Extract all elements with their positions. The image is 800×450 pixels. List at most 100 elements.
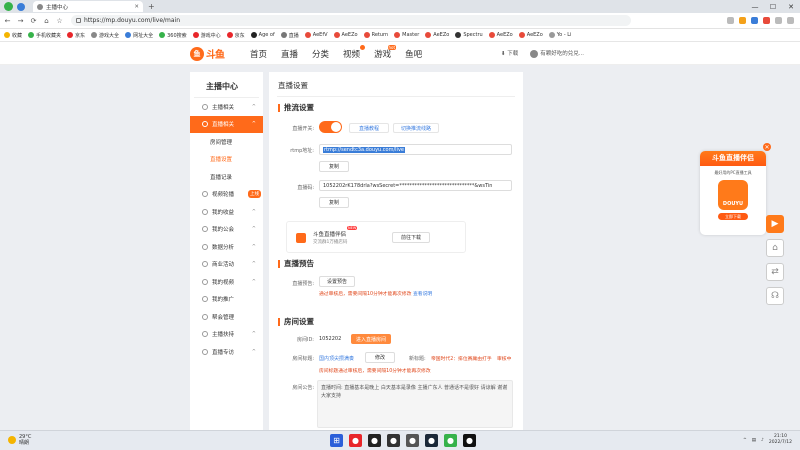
bookmark-item[interactable]: Spectru bbox=[455, 32, 483, 38]
clock[interactable]: 21:10 2022/7/12 bbox=[769, 434, 792, 446]
windows-start-icon[interactable]: ⊞ bbox=[330, 434, 343, 447]
extension-icon[interactable] bbox=[763, 17, 770, 24]
bookmark-item[interactable]: 收藏 bbox=[4, 32, 22, 39]
url-input[interactable]: https://mp.douyu.com/live/main bbox=[71, 15, 631, 26]
copy-code-button[interactable]: 复制 bbox=[319, 197, 349, 208]
obs-ad-card[interactable]: 斗鱼直播伴侣 最好用的PC直播工具 DOUYU 立即下载 bbox=[700, 151, 766, 235]
menu-item-icon bbox=[202, 331, 208, 338]
switch-line-button[interactable]: 切换推流线路 bbox=[393, 123, 439, 133]
sidebar-item[interactable]: 直播专访 ^ bbox=[190, 343, 263, 361]
app-icon[interactable]: ● bbox=[406, 434, 419, 447]
bookmark-item[interactable]: Master bbox=[394, 32, 419, 38]
download-icon[interactable] bbox=[775, 17, 782, 24]
tab-close-icon[interactable]: ✕ bbox=[134, 4, 139, 10]
switch-float-icon[interactable]: ⇄ bbox=[766, 263, 784, 281]
nav-video[interactable]: 视频 bbox=[343, 45, 366, 60]
extension-icon[interactable] bbox=[17, 2, 25, 11]
sidebar-item[interactable]: 商业活动 ^ bbox=[190, 256, 263, 274]
douyu-logo[interactable]: 鱼 斗鱼 bbox=[190, 45, 225, 62]
copy-rtmp-button[interactable]: 复制 bbox=[319, 161, 349, 172]
extension-icon[interactable] bbox=[727, 17, 734, 24]
sidebar-subitem[interactable]: 房间管理 bbox=[190, 133, 263, 151]
code-input[interactable]: 1052202rK178drla?wsSecret=**************… bbox=[319, 180, 512, 191]
back-icon[interactable]: ← bbox=[2, 17, 13, 25]
bookmark-item[interactable]: AeEZo bbox=[488, 32, 513, 38]
weather-widget[interactable]: 29°C 晴朗 bbox=[8, 434, 31, 446]
preview-help-link[interactable]: 查看说明 bbox=[413, 292, 432, 297]
nav-game[interactable]: 游戏 hot bbox=[374, 45, 397, 60]
bookmark-item[interactable]: 网址大全 bbox=[125, 32, 153, 39]
close-window-icon[interactable]: ✕ bbox=[782, 0, 800, 13]
bookmark-item[interactable]: 京东 bbox=[67, 32, 85, 39]
steam-icon[interactable]: ● bbox=[425, 434, 438, 447]
bookmark-item[interactable]: 手机收藏夹 bbox=[28, 32, 61, 39]
extension-icon[interactable] bbox=[751, 17, 758, 24]
ad-download-button[interactable]: 立即下载 bbox=[718, 213, 748, 220]
live-toggle[interactable] bbox=[319, 121, 342, 133]
bookmark-item[interactable]: 游戏大全 bbox=[91, 32, 119, 39]
enter-room-button[interactable]: 进入直播房间 bbox=[351, 334, 391, 344]
minimize-icon[interactable]: — bbox=[746, 0, 764, 13]
chevron-icon: ^ bbox=[251, 348, 256, 355]
ad-close-icon[interactable]: ✕ bbox=[763, 143, 771, 151]
live-tutorial-button[interactable]: 直播教程 bbox=[349, 123, 389, 133]
home-float-icon[interactable]: ⌂ bbox=[766, 239, 784, 257]
volume-icon[interactable]: ♪ bbox=[761, 438, 764, 443]
headset-icon[interactable]: ☊ bbox=[766, 287, 784, 305]
maximize-icon[interactable]: ☐ bbox=[764, 0, 782, 13]
set-preview-button[interactable]: 设置预告 bbox=[319, 276, 355, 287]
nav-live[interactable]: 直播 bbox=[281, 48, 298, 60]
bookmark-item[interactable]: Age of bbox=[250, 32, 275, 38]
forward-icon[interactable]: → bbox=[15, 17, 26, 25]
browser-taskbar-icon[interactable]: ● bbox=[444, 434, 457, 447]
bookmark-label: 京东 bbox=[75, 32, 86, 39]
sidebar-item[interactable]: 我的收益 ^ bbox=[190, 203, 263, 221]
bookmark-item[interactable]: Return bbox=[363, 32, 388, 38]
bookmark-item[interactable]: 京东 bbox=[226, 32, 245, 39]
tray-chevron-icon[interactable]: ^ bbox=[743, 438, 747, 443]
sidebar-item[interactable]: 数据分析 ^ bbox=[190, 238, 263, 256]
bookmark-label: 360搜索 bbox=[167, 32, 187, 39]
menu-icon[interactable] bbox=[787, 17, 794, 24]
bookmark-item[interactable]: Yo - Li bbox=[548, 32, 571, 38]
sidebar-subitem[interactable]: 直播设置 bbox=[190, 151, 263, 169]
app-icon[interactable]: ● bbox=[463, 434, 476, 447]
promo-download-button[interactable]: 前往下载 bbox=[392, 232, 430, 243]
sidebar-item[interactable]: 主播扶持 ^ bbox=[190, 326, 263, 344]
reload-icon[interactable]: ⟳ bbox=[28, 17, 39, 25]
app-icon[interactable]: ● bbox=[368, 434, 381, 447]
sidebar-item[interactable]: 我的视频 ^ bbox=[190, 273, 263, 291]
sidebar-item[interactable]: 我的推广 bbox=[190, 291, 263, 309]
app-icon[interactable]: ● bbox=[349, 434, 362, 447]
new-tab-icon[interactable]: + bbox=[148, 2, 155, 11]
sidebar-item[interactable]: 我的公会 ^ bbox=[190, 221, 263, 239]
bookmark-item[interactable]: 直播 bbox=[280, 32, 299, 39]
bookmark-item[interactable]: 360搜索 bbox=[159, 32, 187, 39]
sidebar-item[interactable]: 直播相关 ^ bbox=[190, 115, 263, 133]
bookmark-item[interactable]: AeEZo bbox=[518, 32, 543, 38]
nav-home[interactable]: 首页 bbox=[250, 48, 267, 60]
app-icon[interactable]: ● bbox=[387, 434, 400, 447]
network-icon[interactable]: ▤ bbox=[752, 438, 756, 443]
download-link[interactable]: ⬇ 下载 bbox=[501, 49, 518, 57]
sidebar-item[interactable]: 视频轮播 上线 bbox=[190, 186, 263, 204]
user-menu[interactable]: 有颗好吃的兑兑... bbox=[530, 49, 584, 58]
sidebar-subitem[interactable]: 直播记录 bbox=[190, 168, 263, 186]
bookmark-item[interactable]: 游戏中心 bbox=[192, 32, 221, 39]
home-icon[interactable]: ⌂ bbox=[41, 17, 52, 25]
nav-fishbar[interactable]: 鱼吧 bbox=[405, 48, 422, 60]
sidebar-item[interactable]: 主播相关 ^ bbox=[190, 98, 263, 116]
sidebar-item[interactable]: 帮会管理 bbox=[190, 308, 263, 326]
rtmp-input[interactable]: rtmp://sendtc3a.douyu.com/live bbox=[319, 144, 512, 155]
modify-title-button[interactable]: 修改 bbox=[365, 352, 395, 363]
nav-category[interactable]: 分类 bbox=[312, 48, 329, 60]
notice-textarea[interactable]: 直播时间: 直播基本是晚上 白天基本是录像 主播广东人 普通话不是很好 请谅解 … bbox=[317, 380, 513, 428]
browser-tab[interactable]: 主播中心 ✕ bbox=[33, 1, 143, 12]
bookmark-item[interactable]: AeEfV bbox=[304, 32, 328, 38]
menu-item-icon bbox=[202, 313, 208, 320]
star-icon[interactable]: ☆ bbox=[54, 17, 65, 25]
extension-icon[interactable] bbox=[739, 17, 746, 24]
play-icon[interactable]: ▶ bbox=[766, 215, 784, 233]
bookmark-item[interactable]: AeEZo bbox=[333, 32, 358, 38]
bookmark-item[interactable]: AeEZo bbox=[425, 32, 449, 38]
